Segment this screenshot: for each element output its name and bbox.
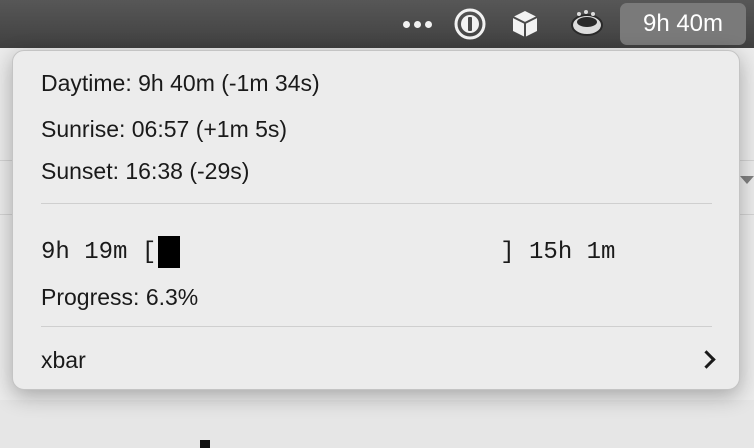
menu-item-progress-bar[interactable]: 9h 19m [ ] 15h 1m — [41, 235, 721, 269]
dropdown-menu: Daytime: 9h 40m (-1m 34s) Sunrise: 06:57… — [12, 50, 740, 390]
chevron-right-icon — [697, 350, 716, 369]
daytime-menubar-label: 9h 40m — [642, 10, 724, 37]
progress-bar-right-label: ] 15h 1m — [500, 238, 616, 266]
progress-bar-track — [158, 236, 498, 268]
menu-separator — [41, 203, 712, 204]
menu-item-sunset[interactable]: Sunset: 16:38 (-29s) — [41, 156, 249, 186]
menu-bar: 9h 40m — [0, 0, 754, 48]
progress-bar-fill — [158, 236, 181, 268]
menu-item-progress[interactable]: Progress: 6.3% — [41, 282, 198, 312]
menu-item-xbar[interactable]: xbar — [41, 345, 86, 375]
daytime-menubar-button[interactable]: 9h 40m — [620, 3, 746, 45]
progress-bar-left-label: 9h 19m [ — [41, 238, 157, 266]
background-mark — [200, 440, 210, 448]
app-icon[interactable] — [565, 0, 609, 48]
menu-item-daytime[interactable]: Daytime: 9h 40m (-1m 34s) — [41, 68, 320, 98]
menu-item-sunrise[interactable]: Sunrise: 06:57 (+1m 5s) — [41, 114, 287, 144]
more-dots-icon[interactable] — [398, 0, 436, 48]
background-caret-icon — [740, 176, 754, 184]
onepassword-icon[interactable] — [451, 0, 489, 48]
menu-separator — [41, 326, 712, 327]
box-icon[interactable] — [506, 0, 544, 48]
